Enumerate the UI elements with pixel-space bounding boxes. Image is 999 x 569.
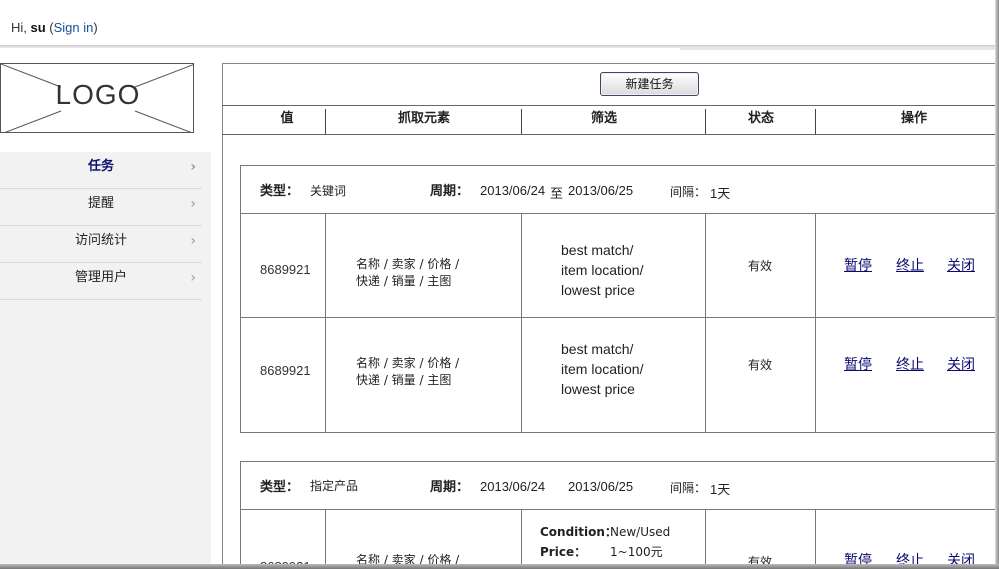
column-header-filter: 筛选 [590, 111, 617, 126]
filter-line: lowest price [561, 282, 635, 298]
status-text: 有效 [748, 259, 773, 273]
task-block: 类型： 关键词 周期： 2013/06/24 至 2013/06/25 间隔： … [240, 165, 999, 433]
username: su [30, 20, 46, 35]
period-label: 周期： [430, 184, 470, 199]
sidebar-item-manage-users[interactable]: 管理用户 › [0, 263, 202, 300]
close-link[interactable]: 关闭 [947, 354, 975, 374]
sidebar: 任务 › 提醒 › 访问统计 › 管理用户 › [0, 152, 211, 569]
filter-line: best match/ [561, 341, 634, 357]
task-value: 8689921 [260, 363, 311, 378]
close-link[interactable]: 关闭 [947, 255, 975, 275]
status-text: 有效 [748, 358, 773, 372]
terminate-link[interactable]: 终止 [896, 354, 924, 374]
task-info-bar: 类型： 指定产品 周期： 2013/06/24 2013/06/25 间隔： 1… [241, 462, 999, 510]
task-info-bar: 类型： 关键词 周期： 2013/06/24 至 2013/06/25 间隔： … [241, 166, 999, 214]
period-start: 2013/06/24 [480, 183, 546, 198]
terminate-link[interactable]: 终止 [896, 255, 924, 275]
grab-elements-line: 快递 / 销量 / 主图 [356, 274, 452, 288]
top-bar: Hi, su (Sign in) [0, 0, 999, 46]
condition-value: New/Used [610, 525, 671, 539]
period-start: 2013/06/24 [480, 479, 546, 494]
column-divider [815, 318, 816, 433]
paren-close: ) [93, 20, 98, 35]
pause-link[interactable]: 暂停 [844, 255, 872, 275]
column-divider [705, 318, 706, 433]
price-row: Price： 1~100元 [540, 543, 663, 560]
column-divider [325, 318, 326, 433]
sidebar-item-visit-stats[interactable]: 访问统计 › [0, 226, 202, 263]
interval-label: 间隔： [670, 481, 707, 495]
period-end: 2013/06/25 [568, 183, 634, 198]
table-row: 8689921 名称 / 卖家 / 价格 / 快递 / 销量 / 主图 best… [241, 318, 999, 433]
filter-text: best match/ item location/ lowest price [561, 339, 643, 399]
price-value: 1~100元 [610, 545, 663, 559]
column-divider [521, 214, 522, 317]
chevron-right-icon: › [190, 159, 196, 175]
sidebar-item-tasks[interactable]: 任务 › [0, 152, 202, 189]
interval-value: 1天 [710, 186, 731, 201]
table-header: 值 抓取元素 筛选 状态 操作 [222, 105, 999, 135]
sign-in-link[interactable]: Sign in [54, 20, 94, 35]
column-divider [521, 510, 522, 569]
sidebar-item-label: 管理用户 [74, 270, 127, 285]
window-bottom-edge [0, 564, 999, 569]
column-divider [815, 214, 816, 317]
chevron-right-icon: › [190, 196, 196, 212]
period-label: 周期： [430, 480, 470, 495]
grab-elements-line: 名称 / 卖家 / 价格 / [356, 356, 460, 370]
interval-label: 间隔： [670, 185, 707, 199]
filter-line: lowest price [561, 381, 635, 397]
task-value: 8689921 [260, 262, 311, 277]
interval-value: 1天 [710, 482, 731, 497]
task-block: 类型： 指定产品 周期： 2013/06/24 2013/06/25 间隔： 1… [240, 461, 999, 569]
greeting-prefix: Hi, [11, 20, 31, 35]
chevron-right-icon: › [190, 233, 196, 249]
logo-placeholder: LOGO [0, 63, 194, 133]
grab-elements: 名称 / 卖家 / 价格 / 快递 / 销量 / 主图 [356, 256, 459, 290]
condition-label: Condition： [540, 525, 617, 539]
column-divider [521, 318, 522, 433]
column-divider [325, 510, 326, 569]
sidebar-item-label: 任务 [87, 159, 114, 174]
sidebar-item-label: 提醒 [87, 196, 114, 211]
column-header-elements: 抓取元素 [397, 111, 450, 126]
filter-text: best match/ item location/ lowest price [561, 240, 643, 300]
user-greeting: Hi, su (Sign in) [11, 20, 98, 35]
grab-elements-line: 名称 / 卖家 / 价格 / [356, 257, 460, 271]
type-label: 类型： [260, 480, 300, 495]
sidebar-item-reminders[interactable]: 提醒 › [0, 189, 202, 226]
condition-row: Condition：New/Used [540, 523, 670, 540]
pause-link[interactable]: 暂停 [844, 354, 872, 374]
new-task-button[interactable]: 新建任务 [600, 72, 699, 96]
content-left-border [222, 63, 223, 569]
column-divider [325, 214, 326, 317]
chevron-right-icon: › [190, 270, 196, 286]
price-label: Price： [540, 545, 587, 559]
sidebar-item-label: 访问统计 [74, 233, 127, 248]
column-header-actions: 操作 [900, 111, 927, 126]
grab-elements: 名称 / 卖家 / 价格 / 快递 / 销量 / 主图 [356, 355, 459, 389]
paren-open: ( [45, 20, 54, 35]
column-header-status: 状态 [747, 111, 774, 126]
filter-line: item location/ [561, 361, 644, 377]
top-bar-divider-shadow [680, 48, 999, 50]
logo-text: LOGO [55, 79, 141, 110]
content-top-border [222, 63, 999, 64]
column-divider [705, 214, 706, 317]
type-label: 类型： [260, 184, 300, 199]
column-divider [815, 510, 816, 569]
type-value: 关键词 [310, 184, 347, 198]
table-row: 8689921 名称 / 卖家 / 价格 / Condition：New/Use… [241, 510, 999, 569]
type-value: 指定产品 [310, 479, 359, 493]
period-end: 2013/06/25 [568, 479, 634, 494]
filter-line: best match/ [561, 242, 634, 258]
period-to: 至 [550, 187, 564, 202]
window-right-edge [995, 0, 999, 569]
table-row: 8689921 名称 / 卖家 / 价格 / 快递 / 销量 / 主图 best… [241, 214, 999, 318]
filter-line: item location/ [561, 262, 644, 278]
column-divider [705, 510, 706, 569]
grab-elements-line: 快递 / 销量 / 主图 [356, 373, 452, 387]
